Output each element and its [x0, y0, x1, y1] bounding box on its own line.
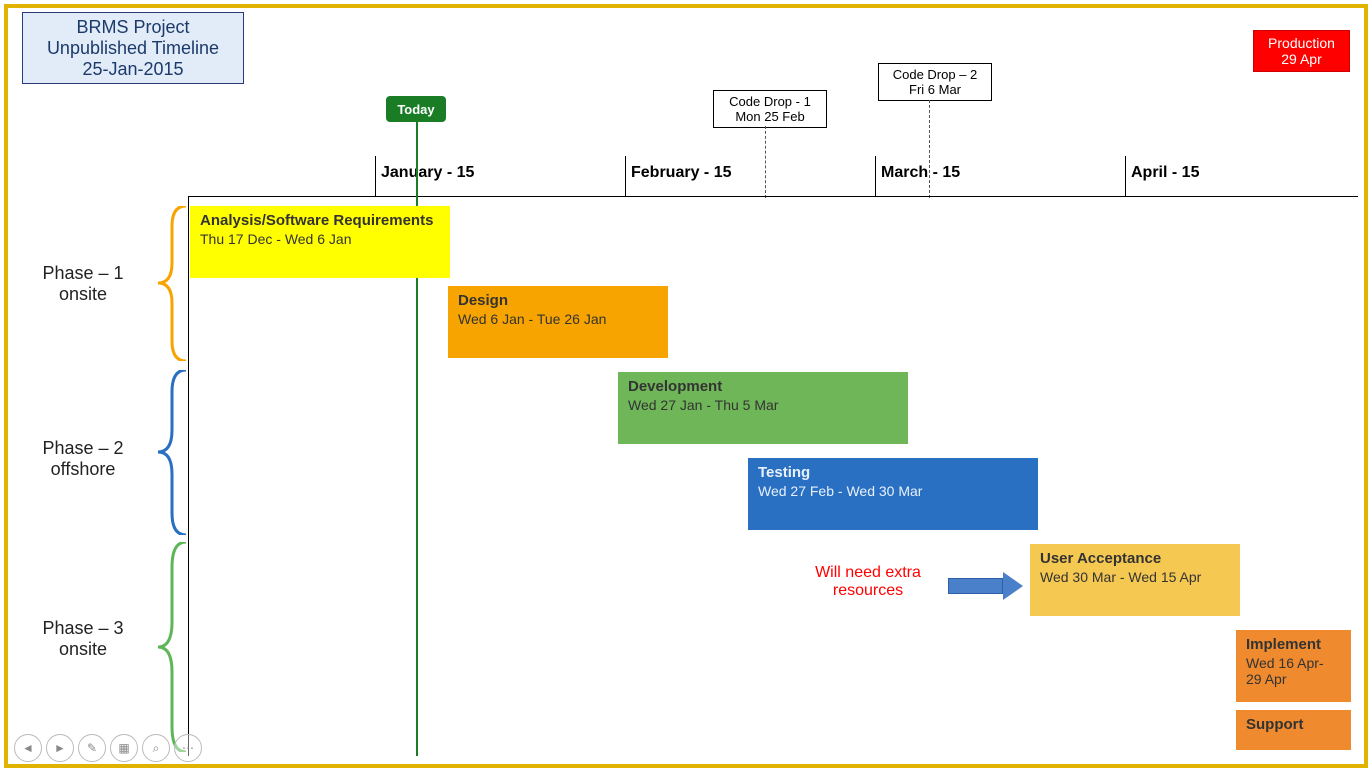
bar-ua-dates: Wed 30 Mar - Wed 15 Apr	[1040, 569, 1230, 585]
today-label: Today	[397, 102, 434, 117]
tick-march	[875, 156, 876, 196]
bar-implement: Implement Wed 16 Apr- 29 Apr	[1236, 630, 1351, 702]
presenter-toolbar: ◄ ► ✎ ▦ ⌕ ⋯	[8, 732, 202, 764]
brace-phase-3	[158, 542, 188, 752]
timeline-area: January - 15 February - 15 March - 15 Ap…	[188, 156, 1358, 756]
bar-testing: Testing Wed 27 Feb - Wed 30 Mar	[748, 458, 1038, 530]
title-box: BRMS Project Unpublished Timeline 25-Jan…	[22, 12, 244, 84]
timeline-axis	[188, 196, 1358, 197]
bar-support: Support	[1236, 710, 1351, 750]
tick-april	[1125, 156, 1126, 196]
bar-ua-title: User Acceptance	[1040, 550, 1230, 567]
annotation-extra-resources: Will need extra resources	[788, 564, 948, 600]
cd2-title: Code Drop – 2	[885, 67, 985, 82]
title-line-3: 25-Jan-2015	[23, 59, 243, 80]
title-line-2: Unpublished Timeline	[23, 38, 243, 59]
bar-testing-title: Testing	[758, 464, 1028, 481]
brace-phase-2	[158, 370, 188, 535]
callout-code-drop-1: Code Drop - 1 Mon 25 Feb	[713, 90, 827, 128]
cd1-date: Mon 25 Feb	[720, 109, 820, 124]
cd2-date: Fri 6 Mar	[885, 82, 985, 97]
month-february: February - 15	[631, 164, 731, 182]
bar-development-title: Development	[628, 378, 898, 395]
brace-phase-1	[158, 206, 188, 361]
bar-analysis: Analysis/Software Requirements Thu 17 De…	[190, 206, 450, 278]
timeline-left-border	[188, 196, 189, 756]
bar-development: Development Wed 27 Jan - Thu 5 Mar	[618, 372, 908, 444]
bar-design-title: Design	[458, 292, 658, 309]
tick-january	[375, 156, 376, 196]
zoom-button[interactable]: ⌕	[142, 734, 170, 762]
phase-1-label: Phase – 1 onsite	[28, 263, 138, 305]
bar-design: Design Wed 6 Jan - Tue 26 Jan	[448, 286, 668, 358]
bar-implement-title: Implement	[1246, 636, 1341, 653]
slides-button[interactable]: ▦	[110, 734, 138, 762]
tick-february	[625, 156, 626, 196]
month-april: April - 15	[1131, 164, 1199, 182]
production-label: Production	[1254, 35, 1349, 51]
callout-code-drop-2: Code Drop – 2 Fri 6 Mar	[878, 63, 992, 101]
next-slide-button[interactable]: ►	[46, 734, 74, 762]
bar-development-dates: Wed 27 Jan - Thu 5 Mar	[628, 397, 898, 413]
today-marker: Today	[386, 96, 446, 122]
month-march: March - 15	[881, 164, 960, 182]
production-milestone: Production 29 Apr	[1253, 30, 1350, 72]
bar-support-title: Support	[1246, 716, 1341, 733]
phase-2-label: Phase – 2 offshore	[28, 438, 138, 480]
more-button[interactable]: ⋯	[174, 734, 202, 762]
arrow-icon	[948, 572, 1023, 600]
bar-user-acceptance: User Acceptance Wed 30 Mar - Wed 15 Apr	[1030, 544, 1240, 616]
month-january: January - 15	[381, 164, 474, 182]
slide-frame: BRMS Project Unpublished Timeline 25-Jan…	[4, 4, 1368, 768]
bar-testing-dates: Wed 27 Feb - Wed 30 Mar	[758, 483, 1028, 499]
cd1-title: Code Drop - 1	[720, 94, 820, 109]
bar-analysis-dates: Thu 17 Dec - Wed 6 Jan	[200, 231, 440, 247]
bar-implement-dates: Wed 16 Apr- 29 Apr	[1246, 655, 1341, 687]
pen-button[interactable]: ✎	[78, 734, 106, 762]
prev-slide-button[interactable]: ◄	[14, 734, 42, 762]
production-date: 29 Apr	[1254, 51, 1349, 67]
phase-3-label: Phase – 3 onsite	[28, 618, 138, 660]
title-line-1: BRMS Project	[23, 17, 243, 38]
bar-design-dates: Wed 6 Jan - Tue 26 Jan	[458, 311, 658, 327]
bar-analysis-title: Analysis/Software Requirements	[200, 212, 440, 229]
